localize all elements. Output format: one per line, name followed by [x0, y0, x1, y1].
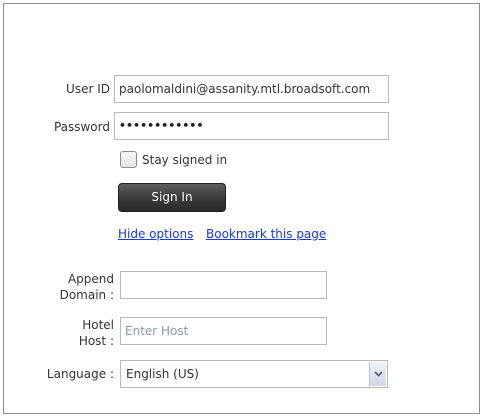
language-label: Language : [46, 367, 114, 381]
append-domain-label-line2: Domain : [59, 288, 114, 302]
hide-options-link[interactable]: Hide options [118, 227, 193, 241]
language-select-dropdown-button[interactable] [369, 362, 386, 386]
append-domain-label-line1: Append [67, 272, 114, 286]
stay-signed-in-checkbox[interactable] [120, 151, 137, 168]
language-select-value: English (US) [126, 367, 199, 381]
stay-signed-in-label[interactable]: Stay signed in [142, 153, 227, 167]
login-panel [3, 3, 480, 414]
append-domain-input[interactable] [120, 271, 327, 299]
user-id-label: User ID [66, 82, 110, 96]
hotel-host-input[interactable]: Enter Host [120, 317, 327, 345]
hotel-host-label-line1: Hotel [82, 318, 114, 332]
chevron-down-icon [373, 371, 383, 377]
hotel-host-label-line2: Host : [78, 334, 114, 348]
user-id-input[interactable]: paolomaldini@assanity.mtl.broadsoft.com [114, 75, 389, 103]
password-input[interactable]: •••••••••••• [114, 112, 389, 140]
sign-in-button[interactable]: Sign In [118, 183, 226, 212]
language-select[interactable]: English (US) [120, 360, 388, 388]
bookmark-page-link[interactable]: Bookmark this page [206, 227, 326, 241]
password-label: Password [53, 120, 110, 134]
